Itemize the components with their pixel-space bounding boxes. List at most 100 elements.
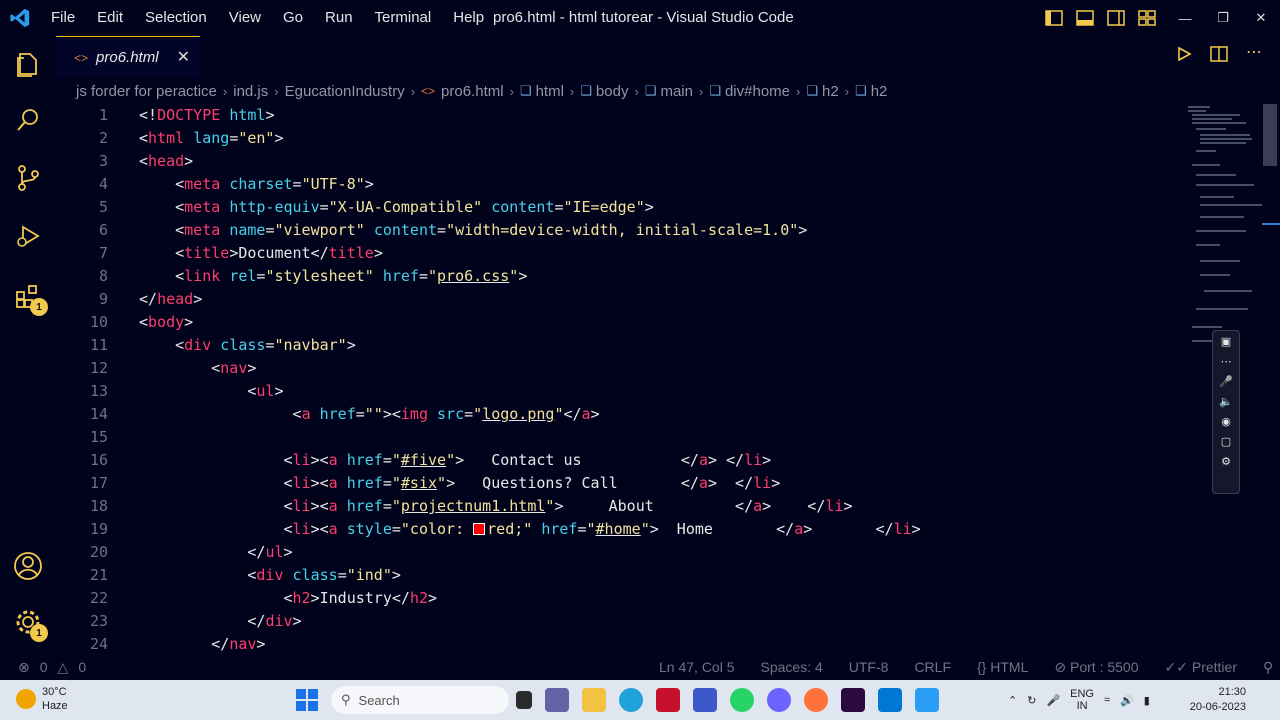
indentation[interactable]: Spaces: 4	[761, 659, 823, 676]
prettier-status[interactable]: ✓✓ Prettier	[1165, 659, 1237, 676]
problems-indicator[interactable]: ⊗ 0 △ 0	[18, 659, 86, 676]
vertical-scrollbar[interactable]	[1263, 104, 1277, 166]
cursor-position[interactable]: Ln 47, Col 5	[659, 659, 735, 676]
line-number: 12	[89, 359, 108, 377]
settings-icon[interactable]: ⚙	[1221, 455, 1231, 471]
code-editor[interactable]: 1 <!DOCTYPE html> 2 <html lang="en"> 3 <hea…	[56, 104, 1186, 652]
toggle-primary-sidebar-icon[interactable]	[1044, 8, 1064, 28]
minimap[interactable]	[1186, 104, 1262, 352]
code-line: 12 <nav>	[56, 357, 1186, 380]
mic-tray-icon[interactable]: 🎤	[1046, 694, 1060, 707]
code-line: 22 <h2>Industry</h2>	[56, 587, 1186, 610]
file-explorer-icon[interactable]	[582, 688, 606, 712]
breadcrumb-item[interactable]: h2	[822, 83, 839, 100]
close-window-icon[interactable]: ✕	[1242, 0, 1280, 36]
menu-terminal[interactable]: Terminal	[364, 0, 443, 36]
code-text: <body>	[139, 313, 194, 331]
task-view-icon[interactable]	[516, 691, 532, 709]
breadcrumb-item[interactable]: EgucationIndustry	[285, 83, 405, 100]
language-indicator[interactable]: ENG IN	[1070, 688, 1094, 712]
screenshot-icon[interactable]: ▣	[1221, 335, 1231, 351]
weather-widget[interactable]: 30°C Haze	[16, 685, 68, 713]
line-number: 11	[89, 336, 108, 354]
feedback-icon[interactable]: ⚲	[1263, 659, 1273, 676]
store-icon[interactable]	[693, 688, 717, 712]
firefox-icon[interactable]	[804, 688, 828, 712]
whatsapp-icon[interactable]	[730, 688, 754, 712]
windows-start-icon[interactable]	[296, 689, 318, 711]
extensions-icon[interactable]: 1	[12, 280, 48, 316]
more-icon[interactable]: ⋯	[1221, 355, 1232, 371]
menu-file[interactable]: File	[40, 0, 86, 36]
color-swatch[interactable]	[473, 523, 486, 535]
toggle-secondary-sidebar-icon[interactable]	[1106, 8, 1126, 28]
wifi-icon[interactable]: ≈	[1104, 694, 1110, 706]
chevron-up-icon[interactable]: ⌃	[1008, 694, 1017, 707]
menu-view[interactable]: View	[218, 0, 272, 36]
split-editor-icon[interactable]	[1210, 46, 1228, 67]
teams-chat-icon[interactable]	[545, 688, 569, 712]
customize-layout-icon[interactable]	[1137, 8, 1157, 28]
end-of-line[interactable]: CRLF	[914, 659, 951, 676]
source-control-icon[interactable]	[12, 162, 44, 194]
line-number: 6	[98, 221, 108, 239]
tab-close-icon[interactable]: ✕	[177, 47, 190, 67]
menu-help[interactable]: Help	[442, 0, 495, 36]
encoding[interactable]: UTF-8	[849, 659, 889, 676]
line-number: 17	[89, 474, 108, 492]
breadcrumb-item[interactable]: h2	[871, 83, 888, 100]
breadcrumb-item[interactable]: js forder for peractice	[76, 83, 217, 100]
double-check-icon: ✓✓	[1164, 658, 1192, 675]
window-controls: — ❐ ✕	[1166, 0, 1280, 36]
webcam-icon[interactable]: ◉	[1221, 415, 1231, 431]
code-line: 19 <li><a style="color: red;" href="#hom…	[56, 518, 1186, 541]
editor-app-icon[interactable]	[841, 688, 865, 712]
manage-gear-icon[interactable]: 1	[12, 606, 48, 642]
mcafee-icon[interactable]	[656, 688, 680, 712]
window-icon[interactable]: ▢	[1221, 435, 1231, 451]
braces-icon: {}	[977, 658, 991, 675]
code-line: 2 <html lang="en">	[56, 127, 1186, 150]
code-text: <!DOCTYPE html>	[139, 106, 275, 124]
edge-browser-icon[interactable]	[619, 688, 643, 712]
explorer-icon[interactable]	[12, 48, 44, 80]
breadcrumb-item[interactable]: main	[660, 83, 693, 100]
run-debug-icon[interactable]	[12, 220, 44, 252]
code-text: <div class="ind">	[247, 566, 401, 584]
taskbar-search[interactable]: ⚲ Search	[331, 686, 509, 714]
breadcrumb-item[interactable]: html	[536, 83, 564, 100]
breadcrumb-item[interactable]: div#home	[725, 83, 790, 100]
accounts-icon[interactable]	[12, 550, 44, 582]
minimize-icon[interactable]: —	[1166, 0, 1204, 36]
breadcrumb-item[interactable]: ind.js	[233, 83, 268, 100]
live-server-port[interactable]: ⊘ Port : 5500	[1054, 659, 1138, 676]
line-number: 2	[98, 129, 108, 147]
menu-selection[interactable]: Selection	[134, 0, 218, 36]
breadcrumb-item[interactable]: body	[596, 83, 629, 100]
volume-icon[interactable]: 🔊	[1120, 694, 1134, 707]
code-text: <ul>	[247, 382, 284, 400]
language-mode[interactable]: {} HTML	[977, 659, 1028, 676]
menu-go[interactable]: Go	[272, 0, 314, 36]
line-number: 20	[89, 543, 108, 561]
battery-icon[interactable]: ▮	[1144, 694, 1150, 707]
clock[interactable]: 21:30 20-06-2023	[1190, 685, 1246, 715]
app-icon[interactable]	[767, 688, 791, 712]
search-icon[interactable]	[12, 104, 44, 136]
prettier-label: Prettier	[1191, 658, 1237, 675]
menu-edit[interactable]: Edit	[86, 0, 134, 36]
speaker-icon[interactable]: 🔈	[1219, 395, 1233, 411]
vscode-taskbar-icon[interactable]	[878, 688, 902, 712]
restore-icon[interactable]: ❐	[1204, 0, 1242, 36]
toggle-panel-icon[interactable]	[1075, 8, 1095, 28]
microphone-icon[interactable]: 🎤	[1219, 375, 1233, 391]
more-actions-icon[interactable]: ⋯	[1246, 45, 1262, 67]
breadcrumb-item[interactable]: pro6.html	[441, 83, 504, 100]
sync-icon[interactable]: ↻	[1027, 694, 1036, 707]
line-number: 19	[89, 520, 108, 538]
vscode-logo-icon[interactable]	[0, 0, 40, 36]
run-file-icon[interactable]	[1176, 46, 1192, 67]
tab-pro6-html[interactable]: <> pro6.html ✕	[56, 36, 200, 78]
paint-icon[interactable]	[915, 688, 939, 712]
menu-run[interactable]: Run	[314, 0, 364, 36]
